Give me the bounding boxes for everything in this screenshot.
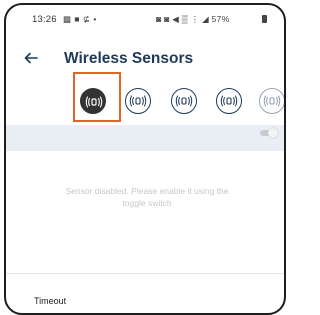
toggle-knob [268, 128, 278, 138]
status-bar: 13:26 ▩ ■ ⊈ • ◙ ◙ ◀ ▒ ⋮ ◢ 57% [6, 5, 284, 35]
notification-icons: ▩ ■ ⊈ • [63, 14, 97, 24]
sensor-tab-5[interactable] [259, 88, 284, 114]
wireless-sensor-icon [263, 95, 281, 107]
wireless-sensor-icon [220, 95, 238, 107]
battery-icon [262, 15, 267, 23]
back-arrow-icon[interactable] [24, 51, 38, 65]
wireless-sensor-icon [129, 95, 147, 107]
system-status-icons: ◙ ◙ ◀ ▒ ⋮ ◢ 57% [156, 14, 230, 24]
timeout-label[interactable]: Timeout [34, 296, 66, 306]
sensor-tab-3[interactable] [171, 88, 197, 114]
page-title: Wireless Sensors [64, 50, 194, 67]
sensor-enable-bar [6, 125, 284, 151]
wireless-sensor-icon [175, 95, 193, 107]
divider [6, 273, 284, 274]
sensor-tab-4[interactable] [216, 88, 242, 114]
sensor-enable-toggle[interactable] [258, 128, 278, 138]
sensor-tab-2[interactable] [125, 88, 151, 114]
highlight-box [73, 72, 121, 122]
status-time: 13:26 [32, 14, 57, 25]
phone-frame: 13:26 ▩ ■ ⊈ • ◙ ◙ ◀ ▒ ⋮ ◢ 57% Wireless S… [4, 3, 286, 315]
empty-state-message: Sensor disabled. Please enable it using … [65, 186, 229, 208]
